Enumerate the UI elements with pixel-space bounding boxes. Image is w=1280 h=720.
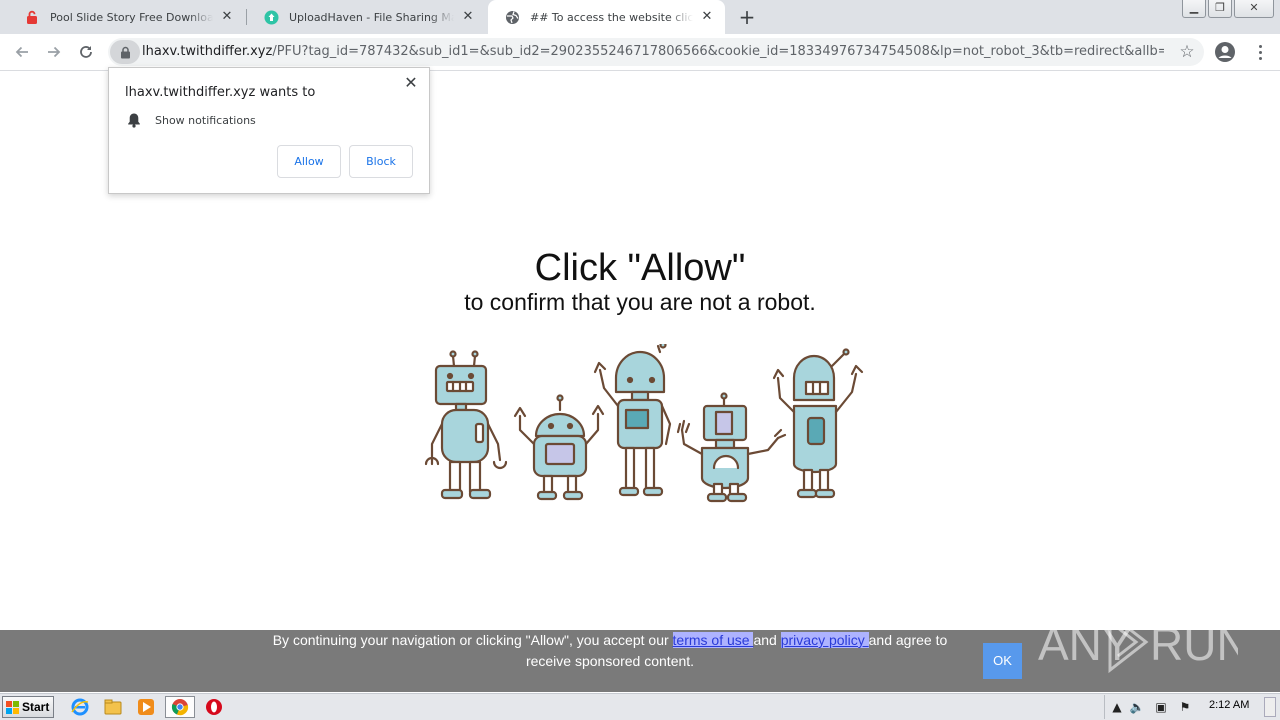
allow-button[interactable]: Allow xyxy=(277,145,341,178)
cookie-text-middle: and xyxy=(753,632,781,648)
back-arrow-icon xyxy=(15,46,28,58)
back-button[interactable] xyxy=(10,40,34,64)
chrome-icon[interactable] xyxy=(165,696,195,718)
new-tab-button[interactable]: + xyxy=(737,7,757,27)
url-path: /PFU?tag_id=787432&sub_id1=&sub_id2=2902… xyxy=(272,44,1164,59)
tab-close-icon[interactable]: ✕ xyxy=(699,9,715,25)
url-host: lhaxv.twithdiffer.xyz xyxy=(142,44,273,59)
file-explorer-icon[interactable] xyxy=(102,697,124,717)
restore-button[interactable]: ❐ xyxy=(1208,0,1232,18)
block-button[interactable]: Block xyxy=(349,145,413,178)
tab-strip: Pool Slide Story Free Download (v1.2 ✕ U… xyxy=(0,0,1280,34)
robot-5-image xyxy=(772,348,864,499)
cookie-ok-button[interactable]: OK xyxy=(983,643,1022,679)
page-subline: to confirm that you are not a robot. xyxy=(464,289,816,315)
bookmark-star-icon[interactable]: ☆ xyxy=(1178,43,1196,61)
uploadhaven-icon xyxy=(263,9,279,25)
popup-title: lhaxv.twithdiffer.xyz wants to xyxy=(125,85,316,100)
show-desktop-button[interactable] xyxy=(1264,697,1276,717)
site-info-button[interactable] xyxy=(110,40,140,64)
action-center-flag-icon[interactable]: ⚑ xyxy=(1177,699,1193,715)
notification-permission-popup: lhaxv.twithdiffer.xyz wants to ✕ Show no… xyxy=(108,67,430,194)
robot-4-image xyxy=(676,392,787,503)
reload-button[interactable] xyxy=(74,40,98,64)
tab-title: ## To access the website click the "A xyxy=(530,10,693,24)
start-label: Start xyxy=(22,700,50,714)
tab-title: Pool Slide Story Free Download (v1.2 xyxy=(50,10,213,24)
minimize-button[interactable]: ▁ xyxy=(1182,0,1206,18)
watermark-left-text: ANY xyxy=(1038,618,1133,670)
tab-active[interactable]: ## To access the website click the "A ✕ xyxy=(488,0,725,34)
windows-logo-icon xyxy=(6,700,19,714)
opera-icon[interactable] xyxy=(203,697,225,717)
internet-explorer-icon[interactable] xyxy=(69,697,91,717)
network-icon[interactable]: ▣ xyxy=(1153,699,1169,715)
popup-close-button[interactable]: ✕ xyxy=(402,74,420,92)
tab-close-icon[interactable]: ✕ xyxy=(460,9,476,25)
cookie-text: By continuing your navigation or clickin… xyxy=(255,630,965,672)
privacy-policy-link[interactable]: privacy policy xyxy=(780,632,869,648)
globe-icon xyxy=(504,9,520,25)
url-text[interactable]: lhaxv.twithdiffer.xyz/PFU?tag_id=787432&… xyxy=(142,43,1164,61)
lock-red-icon xyxy=(24,9,40,25)
bell-icon xyxy=(128,113,140,128)
close-window-button[interactable]: ✕ xyxy=(1234,0,1274,18)
tray-expand-icon[interactable]: ▲ xyxy=(1109,699,1125,715)
tab-close-icon[interactable]: ✕ xyxy=(219,9,235,25)
address-bar[interactable]: lhaxv.twithdiffer.xyz/PFU?tag_id=787432&… xyxy=(108,38,1204,66)
permission-label: Show notifications xyxy=(155,113,256,127)
forward-button[interactable] xyxy=(42,40,66,64)
tab-pool-slide[interactable]: Pool Slide Story Free Download (v1.2 ✕ xyxy=(8,0,245,34)
robot-2-image xyxy=(513,394,605,501)
window-controls: ▁ ❐ ✕ xyxy=(1182,0,1274,18)
browser-menu-icon[interactable] xyxy=(1250,42,1270,62)
windows-taskbar: Start ▲ 🔈 ▣ ⚑ 2:12 AM xyxy=(0,692,1280,720)
terms-of-use-link[interactable]: terms of use xyxy=(672,632,754,648)
start-button[interactable]: Start xyxy=(2,696,54,718)
taskbar-clock[interactable]: 2:12 AM xyxy=(1209,699,1249,711)
robot-3-image xyxy=(593,344,672,497)
anyrun-watermark-logo: ANY RUN xyxy=(1038,610,1238,674)
lock-icon xyxy=(120,46,130,58)
tab-uploadhaven[interactable]: UploadHaven - File Sharing Made Sim ✕ xyxy=(247,0,486,34)
browser-toolbar: lhaxv.twithdiffer.xyz/PFU?tag_id=787432&… xyxy=(0,34,1280,71)
system-tray: ▲ 🔈 ▣ ⚑ 2:12 AM xyxy=(1104,695,1278,719)
tab-title: UploadHaven - File Sharing Made Sim xyxy=(289,10,454,24)
profile-avatar-icon[interactable] xyxy=(1214,41,1236,63)
forward-arrow-icon xyxy=(48,46,61,58)
permission-row: Show notifications xyxy=(127,112,256,128)
media-player-icon[interactable] xyxy=(135,697,157,717)
watermark-right-text: RUN xyxy=(1150,618,1238,670)
reload-icon xyxy=(80,46,92,58)
cookie-text-before: By continuing your navigation or clickin… xyxy=(272,632,673,648)
robots-illustration xyxy=(424,344,864,503)
robot-1-image xyxy=(424,350,508,500)
page-headline: Click "Allow" xyxy=(534,247,746,289)
volume-icon[interactable]: 🔈 xyxy=(1129,699,1145,715)
